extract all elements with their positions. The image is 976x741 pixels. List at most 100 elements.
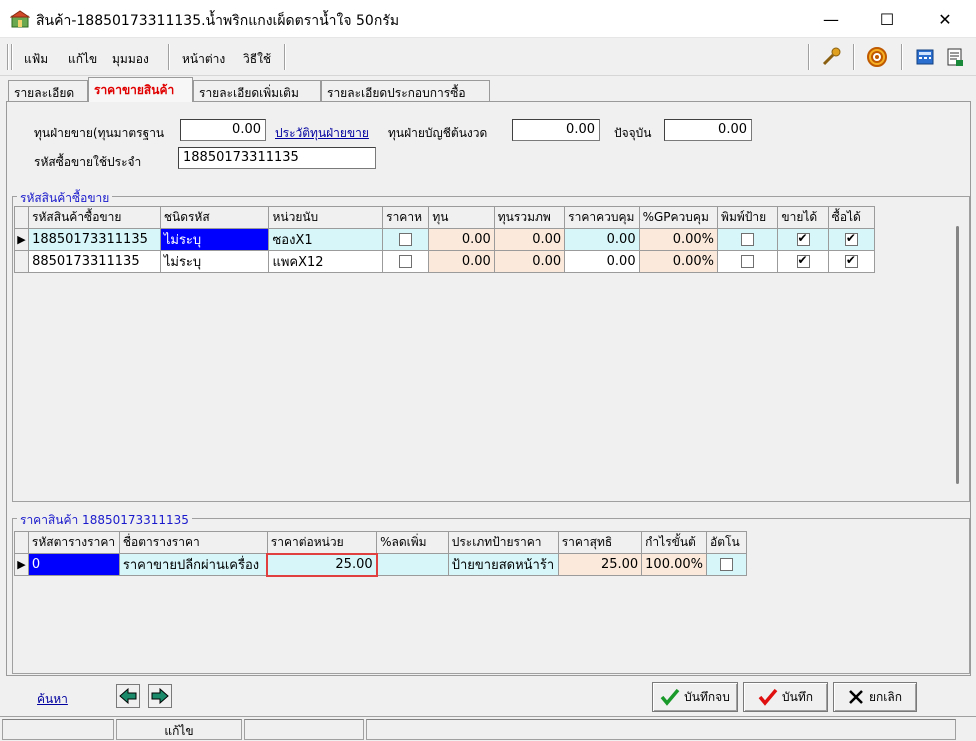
- col-gp-ctrl[interactable]: %GPควบคุม: [638, 206, 719, 229]
- print-label-cell[interactable]: [717, 250, 779, 273]
- buyable-cell[interactable]: [827, 228, 876, 251]
- cost-vat-cell[interactable]: 0.00: [493, 228, 566, 251]
- checkbox[interactable]: [399, 255, 413, 268]
- menu-window[interactable]: หน้าต่าง: [182, 50, 225, 69]
- label-type-cell[interactable]: ป้ายขายสดหน้าร้า: [447, 553, 559, 576]
- col-ctrl-price[interactable]: ราคาควบคุม: [564, 206, 640, 229]
- price-flag-cell[interactable]: [382, 228, 430, 251]
- default-code-label: รหัสซื้อขายใช้ประจำ: [34, 155, 142, 169]
- tab-details[interactable]: รายละเอียด: [8, 80, 88, 102]
- cost-vat-cell[interactable]: 0.00: [493, 250, 566, 273]
- net-price-cell[interactable]: 25.00: [557, 553, 643, 576]
- minimize-button[interactable]: —: [808, 0, 854, 38]
- col-margin[interactable]: กำไรขั้นต้: [641, 531, 707, 554]
- table-row[interactable]: ▶ 18850173311135 ไม่ระบุ ซองX1 0.00 0.00…: [13, 228, 876, 251]
- document-icon[interactable]: [940, 43, 970, 71]
- print-label-cell[interactable]: [717, 228, 779, 251]
- maximize-button[interactable]: ☐: [864, 0, 910, 38]
- target-icon[interactable]: [862, 43, 892, 71]
- close-button[interactable]: ✕: [922, 0, 968, 38]
- sellable-cell[interactable]: [777, 228, 829, 251]
- col-auto[interactable]: อัตโน: [706, 531, 747, 554]
- price-table-name-cell[interactable]: ราคาขายปลีกผ่านเครื่อง: [118, 553, 268, 576]
- checkbox-checked[interactable]: [796, 231, 810, 246]
- col-sku-code[interactable]: รหัสสินค้าซื้อขาย: [28, 206, 161, 229]
- price-flag-cell[interactable]: [382, 250, 430, 273]
- checkbox[interactable]: [741, 233, 755, 246]
- scrollbar-thumb[interactable]: [956, 226, 959, 484]
- next-record-button[interactable]: [148, 684, 172, 708]
- col-price-table-code[interactable]: รหัสตารางราคา: [27, 531, 120, 554]
- calculator-icon[interactable]: [910, 43, 940, 71]
- col-cost-vat[interactable]: ทุนรวมภพ: [493, 206, 566, 229]
- ctrl-price-cell[interactable]: 0.00: [564, 228, 640, 251]
- tab-selling-price[interactable]: ราคาขายสินค้า: [88, 77, 193, 102]
- cancel-button[interactable]: ยกเลิก: [833, 682, 917, 712]
- table-row[interactable]: 8850173311135 ไม่ระบุ แพคX12 0.00 0.00 0…: [13, 250, 876, 273]
- unit-price-cell[interactable]: 25.00: [266, 552, 378, 577]
- cost-cell[interactable]: 0.00: [428, 228, 495, 251]
- acct-cost-field[interactable]: 0.00: [512, 119, 600, 141]
- col-cost[interactable]: ทุน: [428, 206, 495, 229]
- menu-help[interactable]: วิธีใช้: [243, 50, 271, 69]
- key-icon[interactable]: [816, 43, 846, 71]
- checkbox[interactable]: [741, 255, 755, 268]
- arrow-right-icon: [151, 688, 169, 704]
- unit-cell[interactable]: แพคX12: [268, 250, 384, 273]
- ctrl-price-cell[interactable]: 0.00: [564, 250, 640, 273]
- tab-purchase-details[interactable]: รายละเอียดประกอบการซื้อ: [321, 80, 490, 102]
- table-row[interactable]: ▶ 0 ราคาขายปลีกผ่านเครื่อง 25.00 ป้ายขาย…: [14, 552, 747, 577]
- checkbox[interactable]: [399, 233, 413, 246]
- cost-cell[interactable]: 0.00: [428, 250, 495, 273]
- std-cost-field[interactable]: 0.00: [180, 119, 266, 141]
- search-link[interactable]: ค้นหา: [37, 690, 68, 709]
- unit-cell[interactable]: ซองX1: [268, 228, 384, 251]
- menu-separator: [284, 44, 286, 70]
- tab-more-details[interactable]: รายละเอียดเพิ่มเติม: [193, 80, 321, 102]
- checkbox-checked[interactable]: [844, 231, 858, 246]
- default-code-field[interactable]: 18850173311135: [178, 147, 376, 169]
- col-unit-price[interactable]: ราคาต่อหน่วย: [266, 531, 378, 554]
- col-print-label[interactable]: พิมพ์ป้าย: [717, 206, 779, 229]
- checkmark-red-icon: [758, 688, 778, 706]
- checkbox-checked[interactable]: [796, 253, 810, 268]
- gp-cell[interactable]: 0.00%: [638, 250, 719, 273]
- current-label: ปัจจุบัน: [614, 126, 652, 140]
- code-type-cell[interactable]: ไม่ระบุ: [159, 250, 270, 273]
- discount-cell[interactable]: [376, 553, 449, 576]
- code-type-cell[interactable]: ไม่ระบุ: [159, 228, 270, 251]
- menu-bar: แฟ้ม แก้ไข มุมมอง หน้าต่าง วิธีใช้: [0, 38, 976, 76]
- menu-view[interactable]: มุมมอง: [112, 50, 149, 69]
- col-label-type[interactable]: ประเภทป้ายราคา: [447, 531, 559, 554]
- buyable-cell[interactable]: [827, 250, 876, 273]
- auto-cell[interactable]: [706, 553, 747, 576]
- sku-header-row: รหัสสินค้าซื้อขาย ชนิดรหัส หน่วยนับ ราคา…: [13, 206, 876, 229]
- col-code-type[interactable]: ชนิดรหัส: [159, 206, 270, 229]
- save-close-button[interactable]: บันทึกจบ: [652, 682, 738, 712]
- sku-code-cell[interactable]: 18850173311135: [28, 228, 161, 251]
- sellable-cell[interactable]: [777, 250, 829, 273]
- gp-cell[interactable]: 0.00%: [638, 228, 719, 251]
- col-price-flag[interactable]: ราคาห: [382, 206, 430, 229]
- col-net-price[interactable]: ราคาสุทธิ: [557, 531, 643, 554]
- toolbar-separator: [901, 44, 903, 70]
- margin-cell[interactable]: 100.00%: [641, 553, 707, 576]
- sku-scrollbar[interactable]: [948, 206, 968, 498]
- menu-file[interactable]: แฟ้ม: [24, 50, 48, 69]
- menu-edit[interactable]: แก้ไข: [68, 50, 97, 69]
- prev-record-button[interactable]: [116, 684, 140, 708]
- col-buyable[interactable]: ซื้อได้: [827, 206, 876, 229]
- checkbox-checked[interactable]: [844, 253, 858, 268]
- cost-history-link[interactable]: ประวัติทุนฝ่ายขาย: [275, 124, 369, 143]
- current-cost-field[interactable]: 0.00: [664, 119, 752, 141]
- col-discount[interactable]: %ลดเพิ่ม: [376, 531, 449, 554]
- checkbox[interactable]: [720, 558, 733, 571]
- sku-code-cell[interactable]: 8850173311135: [28, 250, 161, 273]
- col-unit[interactable]: หน่วยนับ: [268, 206, 384, 229]
- close-x-icon: [849, 690, 863, 704]
- save-button[interactable]: บันทึก: [743, 682, 828, 712]
- col-sellable[interactable]: ขายได้: [777, 206, 829, 229]
- price-header-row: รหัสตารางราคา ชื่อตารางราคา ราคาต่อหน่วย…: [14, 531, 747, 554]
- price-table-code-cell[interactable]: 0: [27, 553, 120, 576]
- col-price-table-name[interactable]: ชื่อตารางราคา: [118, 531, 268, 554]
